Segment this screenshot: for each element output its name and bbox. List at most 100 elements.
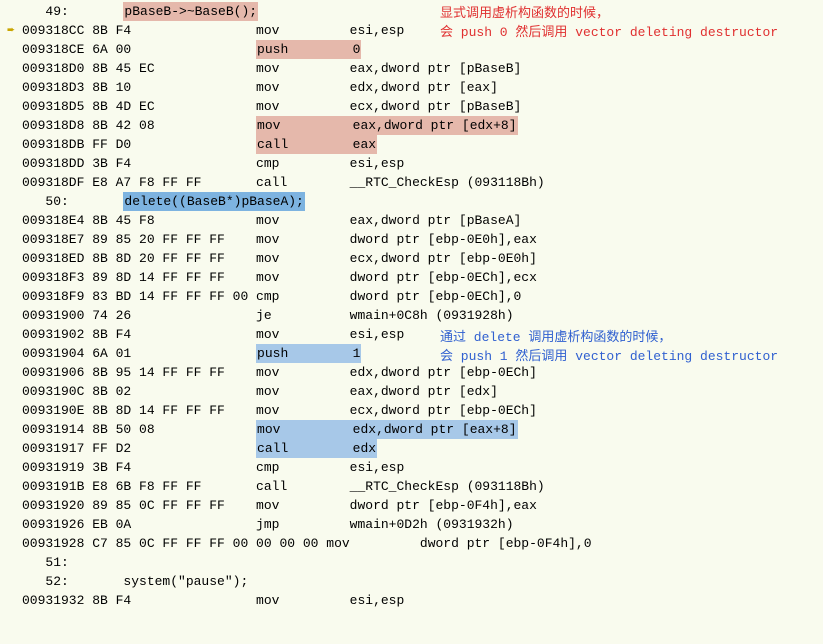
code-line[interactable]: 00931932 8B F4 mov esi,esp <box>0 591 823 610</box>
code-line[interactable]: 009318E4 8B 45 F8 mov eax,dword ptr [pBa… <box>0 211 823 230</box>
address: 009318CC <box>22 21 92 40</box>
code-line[interactable]: 00931926 EB 0A jmp wmain+0D2h (0931932h) <box>0 515 823 534</box>
address: 009318F9 <box>22 287 92 306</box>
source-prefix: 51: <box>22 553 69 572</box>
code-line[interactable]: 009318D5 8B 4D EC mov ecx,dword ptr [pBa… <box>0 97 823 116</box>
mnemonic: je <box>256 306 350 325</box>
bytes: 8B 45 EC <box>92 59 256 78</box>
address: 009318D0 <box>22 59 92 78</box>
code-line[interactable]: 009318F9 83 BD 14 FF FF FF 00 cmp dword … <box>0 287 823 306</box>
address: 009318DF <box>22 173 92 192</box>
operands: esi,esp <box>350 458 405 477</box>
code-line[interactable]: 009318DD 3B F4 cmp esi,esp <box>0 154 823 173</box>
address: 0093190E <box>22 401 92 420</box>
current-line-arrow-icon: ➨ <box>7 21 15 40</box>
code-line[interactable]: 00931917 FF D2 call edx <box>0 439 823 458</box>
code-line[interactable]: 00931914 8B 50 08 mov edx,dword ptr [eax… <box>0 420 823 439</box>
mnemonic: mov <box>256 249 350 268</box>
address: 009318DD <box>22 154 92 173</box>
code-line[interactable]: 00931919 3B F4 cmp esi,esp <box>0 458 823 477</box>
address: 009318E4 <box>22 211 92 230</box>
disassembly-view[interactable]: 49: pBaseB->~BaseB();➨009318CC 8B F4 mov… <box>0 0 823 610</box>
mnemonic: call <box>256 477 350 496</box>
operands: dword ptr [ebp-0F4h],eax <box>350 496 537 515</box>
code-line[interactable]: 0093190E 8B 8D 14 FF FF FF mov ecx,dword… <box>0 401 823 420</box>
mnemonic: call <box>256 439 352 458</box>
operands: 0 <box>352 40 362 59</box>
operands: esi,esp <box>350 154 405 173</box>
code-line[interactable]: 009318F3 89 8D 14 FF FF FF mov dword ptr… <box>0 268 823 287</box>
code-line[interactable]: 009318ED 8B 8D 20 FF FF FF mov ecx,dword… <box>0 249 823 268</box>
operands: esi,esp <box>350 591 405 610</box>
mnemonic: cmp <box>256 287 350 306</box>
mnemonic: mov <box>256 363 350 382</box>
code-line[interactable]: 52: system("pause"); <box>0 572 823 591</box>
address: 00931932 <box>22 591 92 610</box>
mnemonic: cmp <box>256 458 350 477</box>
code-line[interactable]: 009318E7 89 85 20 FF FF FF mov dword ptr… <box>0 230 823 249</box>
mnemonic: call <box>256 173 350 192</box>
code-line[interactable]: 00931900 74 26 je wmain+0C8h (0931928h) <box>0 306 823 325</box>
bytes: 6A 00 <box>92 40 256 59</box>
code-line[interactable]: 009318D8 8B 42 08 mov eax,dword ptr [edx… <box>0 116 823 135</box>
bytes: 8B 45 F8 <box>92 211 256 230</box>
code-line[interactable]: 009318DF E8 A7 F8 FF FF call __RTC_Check… <box>0 173 823 192</box>
mnemonic: mov <box>256 496 350 515</box>
bytes: 8B 8D 20 FF FF FF <box>92 249 256 268</box>
gutter: ➨ <box>0 21 22 40</box>
code-line[interactable]: 0093191B E8 6B F8 FF FF call __RTC_Check… <box>0 477 823 496</box>
bytes: E8 A7 F8 FF FF <box>92 173 256 192</box>
bytes: FF D2 <box>92 439 256 458</box>
source-statement: delete((BaseB*)pBaseA); <box>123 192 304 211</box>
address: 00931914 <box>22 420 92 439</box>
code-line[interactable]: 51: <box>0 553 823 572</box>
operands: wmain+0D2h (0931932h) <box>350 515 514 534</box>
bytes: 3B F4 <box>92 154 256 173</box>
mnemonic: mov <box>256 59 350 78</box>
mnemonic: mov <box>256 591 350 610</box>
operands: dword ptr [ebp-0ECh],0 <box>350 287 522 306</box>
operands: esi,esp <box>350 325 405 344</box>
operands: ecx,dword ptr [pBaseB] <box>350 97 522 116</box>
code-line[interactable]: 0093190C 8B 02 mov eax,dword ptr [edx] <box>0 382 823 401</box>
comment-blue-2: 会 push 1 然后调用 vector deleting destructor <box>440 347 778 366</box>
address: 009318D8 <box>22 116 92 135</box>
operands: dword ptr [ebp-0ECh],ecx <box>350 268 537 287</box>
mnemonic: mov <box>256 230 350 249</box>
mnemonic: push <box>256 40 352 59</box>
code-line[interactable]: 00931902 8B F4 mov esi,esp <box>0 325 823 344</box>
address: 0093190C <box>22 382 92 401</box>
source-statement: system("pause"); <box>123 572 248 591</box>
code-line[interactable]: 50: delete((BaseB*)pBaseA); <box>0 192 823 211</box>
mnemonic: cmp <box>256 154 350 173</box>
code-line[interactable]: 009318D3 8B 10 mov edx,dword ptr [eax] <box>0 78 823 97</box>
source-prefix: 52: <box>22 572 123 591</box>
operands: ecx,dword ptr [ebp-0ECh] <box>350 401 537 420</box>
bytes: 8B 10 <box>92 78 256 97</box>
mnemonic: mov <box>256 420 352 439</box>
code-line[interactable]: 00931920 89 85 0C FF FF FF mov dword ptr… <box>0 496 823 515</box>
operands: edx <box>352 439 377 458</box>
operands: eax <box>352 135 377 154</box>
mnemonic: mov <box>256 97 350 116</box>
source-statement: pBaseB->~BaseB(); <box>123 2 258 21</box>
code-line[interactable]: 49: pBaseB->~BaseB(); <box>0 2 823 21</box>
code-line[interactable]: 009318DB FF D0 call eax <box>0 135 823 154</box>
address: 00931919 <box>22 458 92 477</box>
mnemonic: jmp <box>256 515 350 534</box>
code-line[interactable]: 009318D0 8B 45 EC mov eax,dword ptr [pBa… <box>0 59 823 78</box>
code-line[interactable]: 009318CE 6A 00 push 0 <box>0 40 823 59</box>
operands: wmain+0C8h (0931928h) <box>350 306 514 325</box>
bytes: EB 0A <box>92 515 256 534</box>
bytes: C7 85 0C FF FF FF 00 00 00 00 <box>92 534 326 553</box>
address: 00931928 <box>22 534 92 553</box>
bytes: 8B 95 14 FF FF FF <box>92 363 256 382</box>
address: 009318DB <box>22 135 92 154</box>
bytes: 3B F4 <box>92 458 256 477</box>
code-line[interactable]: 00931928 C7 85 0C FF FF FF 00 00 00 00 m… <box>0 534 823 553</box>
source-prefix: 49: <box>22 2 123 21</box>
operands: eax,dword ptr [edx] <box>350 382 498 401</box>
address: 00931900 <box>22 306 92 325</box>
operands: edx,dword ptr [eax] <box>350 78 498 97</box>
comment-blue-1: 通过 delete 调用虚析构函数的时候， <box>440 328 671 347</box>
